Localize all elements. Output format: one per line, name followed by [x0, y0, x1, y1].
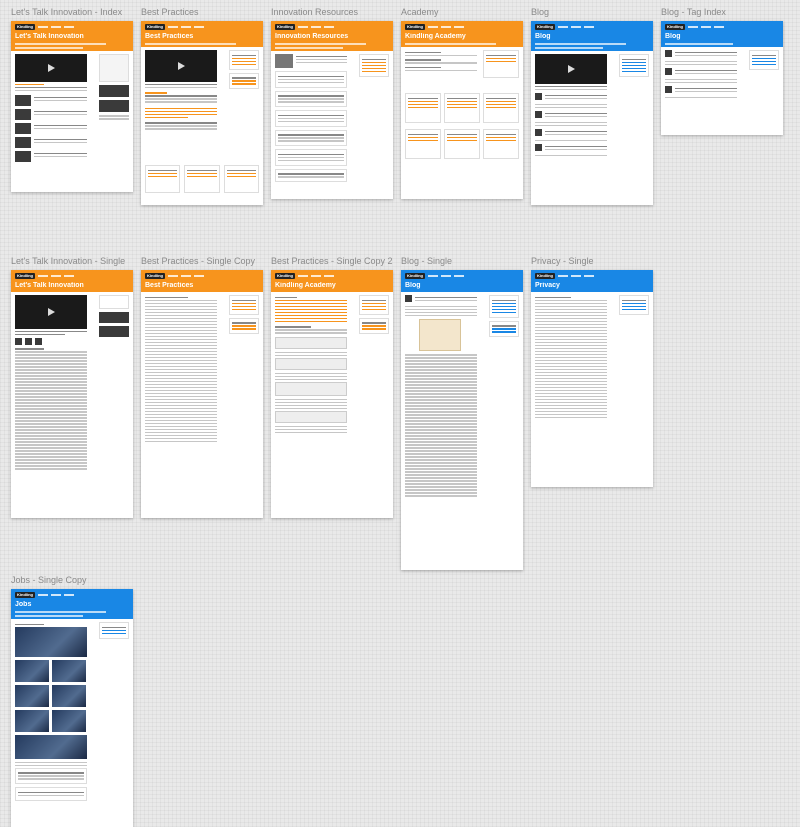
- page-title: Let's Talk Innovation: [15, 33, 84, 40]
- artboard-innovation-resources[interactable]: Innovation Resources Kindling Innovation…: [271, 6, 393, 199]
- artboard-bp-single-copy-2[interactable]: Best Practices - Single Copy 2 Kindling …: [271, 255, 393, 518]
- site-header: Kindling Best Practices: [141, 21, 263, 47]
- site-header: Kindling Blog: [401, 270, 523, 292]
- play-icon: [48, 308, 55, 316]
- logo: Kindling: [145, 272, 165, 279]
- artboard-title[interactable]: Blog - Single: [401, 255, 523, 267]
- artboard-lti-index[interactable]: Let's Talk Innovation - Index Kindling L…: [11, 6, 133, 192]
- logo: Kindling: [275, 23, 295, 30]
- artboard-bp-single-copy[interactable]: Best Practices - Single Copy Kindling Be…: [141, 255, 263, 518]
- video-thumbnail: [535, 54, 607, 84]
- site-header: Kindling Kindling Academy: [271, 270, 393, 292]
- logo: Kindling: [15, 23, 35, 30]
- page-title: Best Practices: [145, 33, 194, 40]
- artboard-blog[interactable]: Blog Kindling Blog: [531, 6, 653, 205]
- page-title: Innovation Resources: [275, 33, 349, 40]
- artboard-title[interactable]: Blog - Tag Index: [661, 6, 783, 18]
- page-title: Blog: [535, 33, 551, 40]
- artboard-title[interactable]: Best Practices - Single Copy 2: [271, 255, 393, 267]
- artboard-title[interactable]: Best Practices: [141, 6, 263, 18]
- site-header: Kindling Best Practices: [141, 270, 263, 292]
- site-header: Kindling Innovation Resources: [271, 21, 393, 51]
- artboard-title[interactable]: Let's Talk Innovation - Index: [11, 6, 133, 18]
- play-icon: [48, 64, 55, 72]
- site-header: Kindling Let's Talk Innovation: [11, 21, 133, 51]
- artboard-lti-single[interactable]: Let's Talk Innovation - Single Kindling …: [11, 255, 133, 518]
- artboard-title[interactable]: Privacy - Single: [531, 255, 653, 267]
- video-thumbnail: [145, 50, 217, 82]
- artboard-academy[interactable]: Academy Kindling Kindling Academy: [401, 6, 523, 199]
- logo: Kindling: [405, 272, 425, 279]
- site-header: Kindling Blog: [661, 21, 783, 47]
- artboard-title[interactable]: Innovation Resources: [271, 6, 393, 18]
- artboard-blog-single[interactable]: Blog - Single Kindling Blog: [401, 255, 523, 570]
- site-header: Kindling Let's Talk Innovation: [11, 270, 133, 292]
- artboard-title[interactable]: Academy: [401, 6, 523, 18]
- artboard-title[interactable]: Blog: [531, 6, 653, 18]
- artboard-title[interactable]: Best Practices - Single Copy: [141, 255, 263, 267]
- logo: Kindling: [275, 272, 295, 279]
- logo: Kindling: [535, 23, 555, 30]
- artboard-title[interactable]: Let's Talk Innovation - Single: [11, 255, 133, 267]
- logo: Kindling: [535, 272, 555, 279]
- site-header: Kindling Jobs: [11, 589, 133, 619]
- page-title: Let's Talk Innovation: [15, 282, 84, 289]
- page-title: Jobs: [15, 601, 32, 608]
- page-title: Kindling Academy: [405, 33, 466, 40]
- site-header: Kindling Kindling Academy: [401, 21, 523, 47]
- logo: Kindling: [405, 23, 425, 30]
- logo: Kindling: [145, 23, 165, 30]
- site-header: Kindling Blog: [531, 21, 653, 51]
- page-title: Blog: [665, 33, 681, 40]
- logo: Kindling: [665, 23, 685, 30]
- artboard-best-practices[interactable]: Best Practices Kindling Best Practices: [141, 6, 263, 205]
- artboard-title[interactable]: Jobs - Single Copy: [11, 574, 133, 586]
- page-title: Best Practices: [145, 282, 194, 289]
- page-title: Privacy: [535, 282, 560, 289]
- logo: Kindling: [15, 591, 35, 598]
- play-icon: [178, 62, 185, 70]
- artboard-jobs-single-copy[interactable]: Jobs - Single Copy Kindling Jobs: [11, 574, 133, 827]
- artboard-privacy-single[interactable]: Privacy - Single Kindling Privacy: [531, 255, 653, 487]
- team-photo: [15, 626, 87, 657]
- site-header: Kindling Privacy: [531, 270, 653, 292]
- play-icon: [568, 65, 575, 73]
- video-thumbnail: [15, 295, 87, 329]
- page-title: Kindling Academy: [275, 282, 336, 289]
- page-title: Blog: [405, 282, 421, 289]
- artboard-blog-tag-index[interactable]: Blog - Tag Index Kindling Blog: [661, 6, 783, 135]
- video-thumbnail: [15, 54, 87, 82]
- book-image: [419, 319, 461, 351]
- logo: Kindling: [15, 272, 35, 279]
